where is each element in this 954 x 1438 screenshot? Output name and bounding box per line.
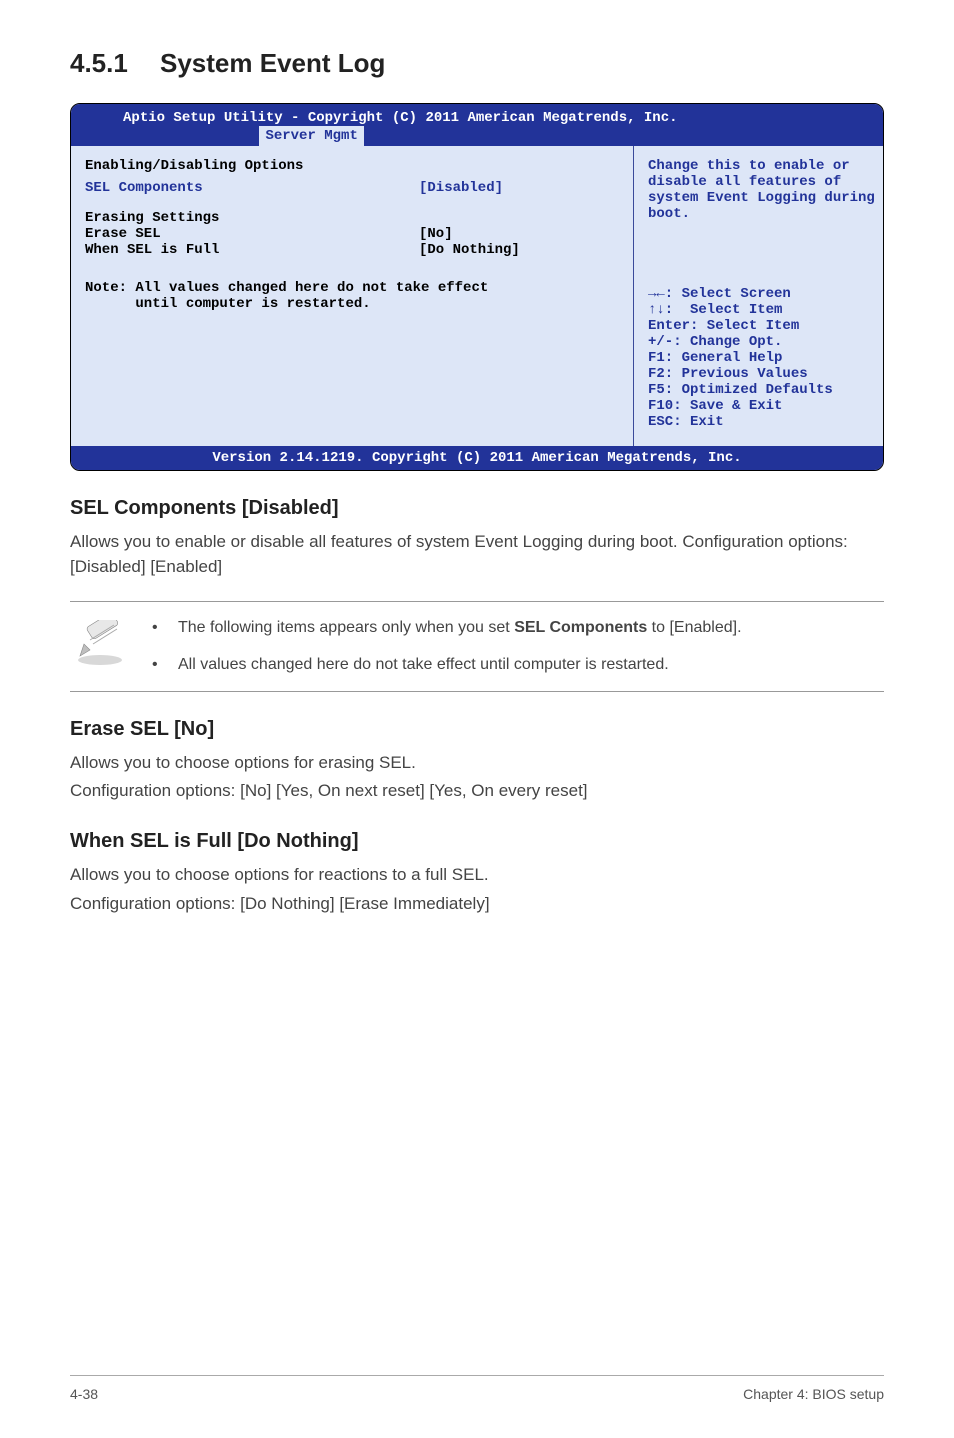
bios-note: Note: All values changed here do not tak… xyxy=(85,280,619,312)
bios-key-line: ESC: Exit xyxy=(648,414,871,430)
bios-help-description: Change this to enable or disable all fea… xyxy=(648,158,871,286)
bios-body: Enabling/Disabling Options SEL Component… xyxy=(71,146,883,446)
bios-tab-server-mgmt: Server Mgmt xyxy=(259,126,363,146)
bios-key-line: Enter: Select Item xyxy=(648,318,871,334)
callout-text-pre: The following items appears only when yo… xyxy=(178,619,514,636)
callout-text-post: to [Enabled]. xyxy=(647,619,741,636)
bios-header-text: Aptio Setup Utility - Copyright (C) 2011… xyxy=(123,110,678,126)
bios-right-pane: Change this to enable or disable all fea… xyxy=(633,146,883,446)
section-number: 4.5.1 xyxy=(70,48,160,79)
subhead-when-sel-full: When SEL is Full [Do Nothing] xyxy=(70,830,884,853)
when-sel-full-value: [Do Nothing] xyxy=(419,242,619,258)
section-title-text: System Event Log xyxy=(160,48,385,78)
callout-list: • The following items appears only when … xyxy=(152,616,884,676)
bios-desc-line: Change this to enable or xyxy=(648,158,871,174)
when-sel-full-label: When SEL is Full xyxy=(85,242,419,258)
bios-left-pane: Enabling/Disabling Options SEL Component… xyxy=(71,146,633,446)
subhead-erase-sel: Erase SEL [No] xyxy=(70,718,884,741)
list-item: • All values changed here do not take ef… xyxy=(152,653,884,676)
bios-key-line: F5: Optimized Defaults xyxy=(648,382,871,398)
subhead-sel-components: SEL Components [Disabled] xyxy=(70,497,884,520)
bios-footer: Version 2.14.1219. Copyright (C) 2011 Am… xyxy=(71,446,883,470)
bios-key-line: →←: Select Screen xyxy=(648,286,871,302)
sel-components-value: [Disabled] xyxy=(419,180,619,196)
paragraph-erase-sel-1: Allows you to choose options for erasing… xyxy=(70,751,884,776)
bios-key-help: →←: Select Screen ↑↓: Select Item Enter:… xyxy=(648,286,871,430)
bios-screenshot: Aptio Setup Utility - Copyright (C) 2011… xyxy=(70,103,884,471)
bios-key-line: F2: Previous Values xyxy=(648,366,871,382)
pencil-icon xyxy=(70,616,130,666)
bullet-icon: • xyxy=(152,616,158,639)
bios-key-line: F10: Save & Exit xyxy=(648,398,871,414)
group-erasing-label: Erasing Settings xyxy=(85,210,619,226)
bios-header-line: Aptio Setup Utility - Copyright (C) 2011… xyxy=(81,110,873,126)
bios-note-line1: Note: All values changed here do not tak… xyxy=(85,280,488,296)
erase-sel-label: Erase SEL xyxy=(85,226,419,242)
page-footer: 4-38 Chapter 4: BIOS setup xyxy=(70,1375,884,1402)
erase-sel-value: [No] xyxy=(419,226,619,242)
group-enabling-label: Enabling/Disabling Options xyxy=(85,158,619,174)
bios-header: Aptio Setup Utility - Copyright (C) 2011… xyxy=(71,104,883,146)
bios-key-line: ↑↓: Select Item xyxy=(648,302,871,318)
paragraph-when-full-1: Allows you to choose options for reactio… xyxy=(70,863,884,888)
bios-key-line: F1: General Help xyxy=(648,350,871,366)
bios-desc-line: system Event Logging during xyxy=(648,190,871,206)
sel-components-label: SEL Components xyxy=(85,180,419,196)
bios-desc-line: disable all features of xyxy=(648,174,871,190)
section-heading: 4.5.1System Event Log xyxy=(70,48,884,79)
callout-text-bold: SEL Components xyxy=(514,619,647,636)
bios-key-line: +/-: Change Opt. xyxy=(648,334,871,350)
list-item: • The following items appears only when … xyxy=(152,616,884,639)
callout-item-text: The following items appears only when yo… xyxy=(178,616,742,639)
note-callout: • The following items appears only when … xyxy=(70,601,884,691)
page-number: 4-38 xyxy=(70,1386,98,1402)
callout-item-text: All values changed here do not take effe… xyxy=(178,653,669,676)
chapter-label: Chapter 4: BIOS setup xyxy=(743,1386,884,1402)
bios-note-line2: until computer is restarted. xyxy=(85,296,371,312)
bios-desc-line: boot. xyxy=(648,206,871,222)
paragraph-sel-components: Allows you to enable or disable all feat… xyxy=(70,530,884,579)
bios-tab-row: Server Mgmt xyxy=(81,126,873,146)
paragraph-when-full-2: Configuration options: [Do Nothing] [Era… xyxy=(70,892,884,917)
bullet-icon: • xyxy=(152,653,158,676)
paragraph-erase-sel-2: Configuration options: [No] [Yes, On nex… xyxy=(70,779,884,804)
